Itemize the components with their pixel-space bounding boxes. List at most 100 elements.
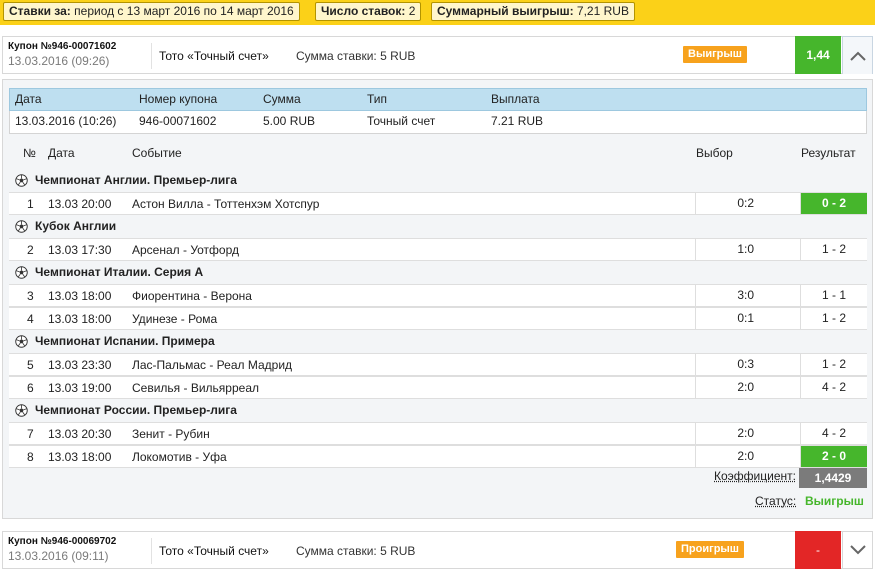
info-type: Точный счет [367, 114, 436, 128]
event-pick: 2:0 [695, 377, 800, 398]
status-label: Статус: [755, 494, 797, 508]
event-no: 2 [27, 243, 34, 257]
league-row: Кубок Англии [9, 215, 867, 238]
col-result: Результат [801, 146, 856, 160]
soccer-ball-icon [15, 220, 28, 233]
league-name: Чемпионат Англии. Премьер-лига [35, 173, 237, 187]
info-data-row: 13.03.2016 (10:26) 946-00071602 5.00 RUB… [9, 111, 867, 134]
event-pick: 0:1 [695, 308, 800, 329]
coupon-game: Тото «Точный счет» [159, 544, 269, 558]
coupon-header[interactable]: Купон №946-00071602 13.03.2016 (09:26) Т… [2, 36, 873, 74]
event-row: 1 13.03 20:00 Астон Вилла - Тоттенхэм Хо… [9, 192, 867, 215]
event-no: 4 [27, 312, 34, 326]
league-name: Чемпионат Испании. Примера [35, 334, 215, 348]
league-name: Кубок Англии [35, 219, 117, 233]
event-name: Лас-Пальмас - Реал Мадрид [132, 358, 293, 372]
league-row: Чемпионат России. Премьер-лига [9, 399, 867, 422]
event-date: 13.03 20:30 [48, 427, 112, 441]
coef-value: 1,4429 [799, 468, 867, 488]
soccer-ball-icon [15, 404, 28, 417]
event-result: 1 - 2 [800, 239, 867, 260]
soccer-ball-icon [15, 266, 28, 279]
coupon-stake: Сумма ставки: 5 RUB [296, 544, 416, 558]
event-result: 4 - 2 [800, 377, 867, 398]
status-badge: Выигрыш [683, 46, 747, 63]
events-header: № Дата Событие Выбор Результат [9, 140, 867, 164]
info-payout: 7.21 RUB [491, 114, 544, 128]
event-pick: 0:2 [695, 193, 800, 214]
info-coupon-number: 946-00071602 [139, 114, 217, 128]
info-header-row: Дата Номер купона Сумма Тип Выплата [9, 88, 867, 111]
coupon-info-table: Дата Номер купона Сумма Тип Выплата 13.0… [9, 88, 867, 134]
event-date: 13.03 23:30 [48, 358, 112, 372]
collapse-button[interactable] [842, 36, 873, 74]
event-name: Астон Вилла - Тоттенхэм Хотспур [132, 197, 320, 211]
event-pick: 0:3 [695, 354, 800, 375]
col-event-date: Дата [48, 146, 75, 160]
info-amount: 5.00 RUB [263, 114, 316, 128]
coupon-number: Купон №946-00069702 [8, 536, 117, 547]
col-type: Тип [367, 92, 388, 106]
period-label: Ставки за: [9, 4, 71, 18]
coef-label: Коэффициент: [714, 469, 796, 483]
col-no: № [23, 146, 36, 160]
event-result: 1 - 2 [800, 354, 867, 375]
coupon-coef: - [795, 531, 841, 569]
event-date: 13.03 18:00 [48, 312, 112, 326]
league-row: Чемпионат Англии. Премьер-лига [9, 169, 867, 192]
bet-count-value: 2 [408, 4, 416, 18]
event-no: 3 [27, 289, 34, 303]
event-name: Севилья - Вильярреал [132, 381, 259, 395]
league-name: Чемпионат России. Премьер-лига [35, 403, 237, 417]
status-value: Выигрыш [805, 494, 864, 508]
event-name: Зенит - Рубин [132, 427, 210, 441]
coupon-coef: 1,44 [795, 36, 841, 74]
coupon-header[interactable]: Купон №946-00069702 13.03.2016 (09:11) Т… [2, 531, 873, 569]
event-date: 13.03 18:00 [48, 289, 112, 303]
event-row: 7 13.03 20:30 Зенит - Рубин 2:0 4 - 2 [9, 422, 867, 445]
event-pick: 2:0 [695, 423, 800, 444]
expand-button[interactable] [842, 531, 873, 569]
divider [151, 538, 152, 564]
event-result: 0 - 2 [800, 193, 867, 214]
event-row: 6 13.03 19:00 Севилья - Вильярреал 2:0 4… [9, 376, 867, 399]
coupon-game: Тото «Точный счет» [159, 49, 269, 63]
event-pick: 2:0 [695, 446, 800, 467]
event-pick: 1:0 [695, 239, 800, 260]
col-coupon-number: Номер купона [139, 92, 218, 106]
event-name: Арсенал - Уотфорд [132, 243, 239, 257]
event-name: Фиорентина - Верона [132, 289, 252, 303]
event-row: 2 13.03 17:30 Арсенал - Уотфорд 1:0 1 - … [9, 238, 867, 261]
event-name: Удинезе - Рома [132, 312, 218, 326]
coupon-date: 13.03.2016 (09:11) [8, 549, 109, 563]
coupon-stake: Сумма ставки: 5 RUB [296, 49, 416, 63]
col-payout: Выплата [491, 92, 540, 106]
event-no: 5 [27, 358, 34, 372]
total-win-value: 7,21 RUB [576, 4, 629, 18]
soccer-ball-icon [15, 335, 28, 348]
coupon-number: Купон №946-00071602 [8, 41, 117, 52]
filter-bar: Ставки за: период с 13 март 2016 по 14 м… [0, 0, 875, 25]
league-row: Чемпионат Италии. Серия А [9, 261, 867, 284]
chevron-up-icon [849, 51, 866, 61]
chevron-down-icon [850, 545, 866, 555]
event-name: Локомотив - Уфа [132, 450, 227, 464]
soccer-ball-icon [15, 174, 28, 187]
coupon-date: 13.03.2016 (09:26) [8, 54, 110, 68]
event-date: 13.03 18:00 [48, 450, 112, 464]
event-row: 8 13.03 18:00 Локомотив - Уфа 2:0 2 - 0 [9, 445, 867, 468]
coupon-details: Дата Номер купона Сумма Тип Выплата 13.0… [2, 79, 873, 519]
period-chip[interactable]: Ставки за: период с 13 март 2016 по 14 м… [3, 2, 300, 21]
total-win-chip: Суммарный выигрыш: 7,21 RUB [431, 2, 635, 21]
event-result: 4 - 2 [800, 423, 867, 444]
event-result: 1 - 2 [800, 308, 867, 329]
col-amount: Сумма [263, 92, 301, 106]
event-date: 13.03 17:30 [48, 243, 112, 257]
info-date: 13.03.2016 (10:26) [15, 114, 117, 128]
bet-count-label: Число ставок: [321, 4, 406, 18]
total-win-label: Суммарный выигрыш: [437, 4, 574, 18]
event-date: 13.03 19:00 [48, 381, 112, 395]
event-no: 7 [27, 427, 34, 441]
col-pick: Выбор [696, 146, 733, 160]
event-row: 5 13.03 23:30 Лас-Пальмас - Реал Мадрид … [9, 353, 867, 376]
